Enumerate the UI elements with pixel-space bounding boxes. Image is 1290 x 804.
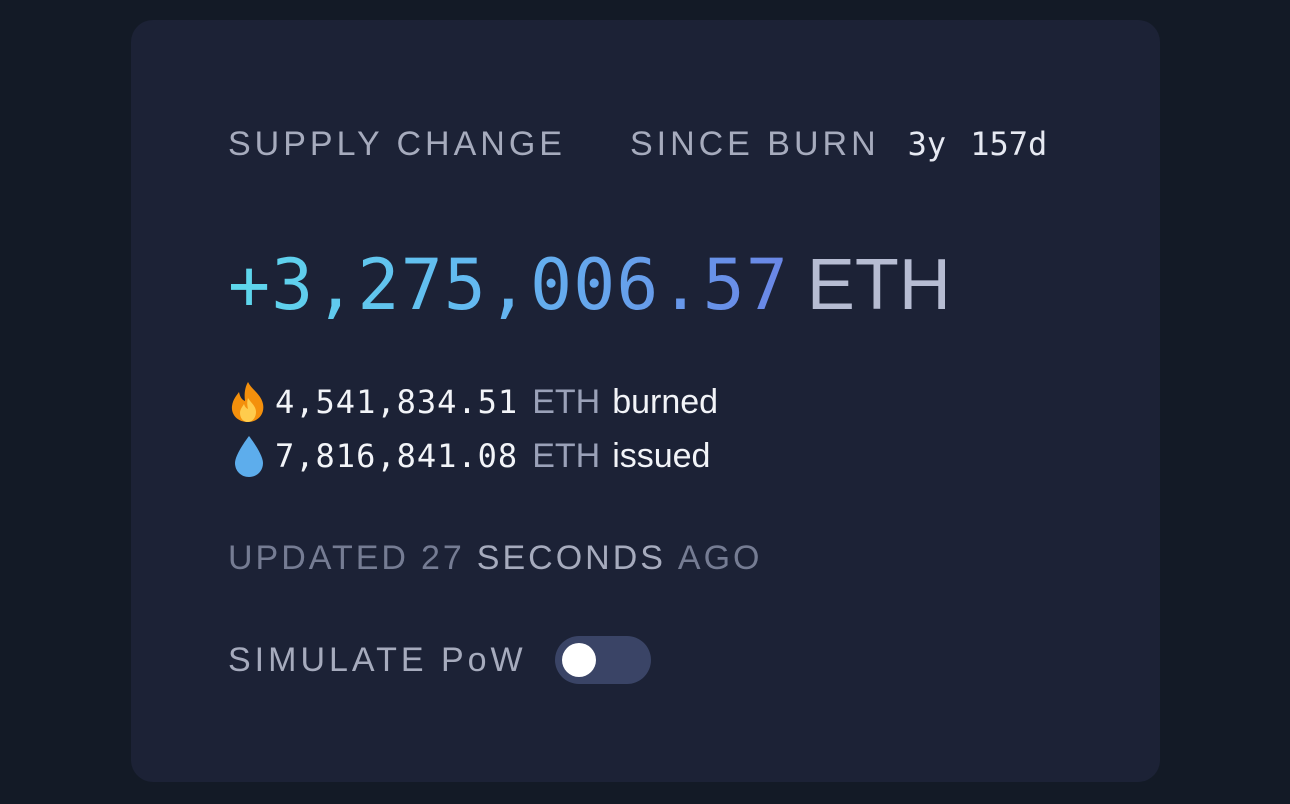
supply-change-value: +3,275,006.57 [228,244,789,326]
card-title: SUPPLY CHANGE [228,124,566,163]
card-header: SUPPLY CHANGE SINCE BURN 3y 157d [228,120,1047,168]
burned-unit: ETH [532,382,601,421]
updated-unit: SECONDS [476,538,666,577]
updated-suffix: AGO [677,538,763,577]
fire-icon [225,380,275,424]
burned-label: burned [612,382,719,421]
age-days: 157d [970,125,1048,163]
supply-change-unit: ETH [806,245,951,325]
simulate-pow-control: SIMULATE PoW [228,636,651,684]
toggle-knob [561,643,596,677]
age-years: 3y [907,125,947,163]
droplet-icon [225,434,275,478]
supply-change-card: SUPPLY CHANGE SINCE BURN 3y 157d +3,275,0… [131,20,1160,782]
issued-unit: ETH [532,436,601,475]
burned-value: 4,541,834.51 [275,383,519,421]
simulate-pow-label: SIMULATE PoW [228,640,527,679]
time-since-burn: 3y 157d [908,125,1048,163]
simulate-pow-toggle[interactable] [554,636,651,684]
burned-row: 4,541,834.51 ETH burned [225,380,718,424]
issued-label: issued [612,436,711,475]
updated-prefix: UPDATED [228,538,409,577]
updated-count: 27 [420,538,465,577]
issued-row: 7,816,841.08 ETH issued [225,434,710,478]
period-label: SINCE BURN [629,124,880,163]
supply-change-amount: +3,275,006.57 ETH [228,235,951,335]
issued-value: 7,816,841.08 [275,437,519,475]
last-updated: UPDATED 27 SECONDS AGO [228,535,763,581]
